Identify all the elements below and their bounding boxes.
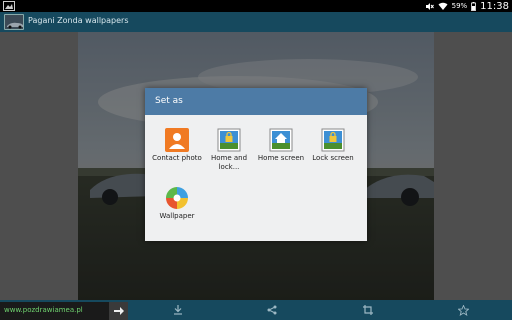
star-icon xyxy=(457,304,469,316)
status-bar: 59% 11:38 xyxy=(0,0,512,12)
favorite-button[interactable] xyxy=(451,300,475,320)
battery-icon xyxy=(471,1,477,11)
option-label: Home and lock... xyxy=(210,154,248,171)
option-label: Wallpaper xyxy=(159,212,195,220)
dialog-title: Set as xyxy=(155,96,183,106)
app-title: Pagani Zonda wallpapers xyxy=(28,16,129,25)
download-icon xyxy=(174,305,182,315)
option-home-and-lock[interactable]: Home and lock... xyxy=(203,128,255,172)
status-indicators: 59% 11:38 xyxy=(425,0,509,12)
option-label: Contact photo xyxy=(152,154,202,162)
option-contact-photo[interactable]: Contact photo xyxy=(151,128,203,163)
contact-photo-icon xyxy=(165,128,189,152)
wallpaper-app-icon xyxy=(165,186,189,210)
ad-url[interactable]: www.pozdrawiamea.pl xyxy=(4,306,83,314)
home-lock-screen-icon xyxy=(217,128,241,152)
option-lock-screen[interactable]: Lock screen xyxy=(307,128,359,163)
option-label: Lock screen xyxy=(312,154,354,162)
wifi-icon xyxy=(438,2,448,10)
ad-arrow-button[interactable] xyxy=(109,302,128,320)
app-action-bar: Pagani Zonda wallpapers xyxy=(0,12,512,32)
share-icon xyxy=(267,305,277,315)
option-home-screen[interactable]: Home screen xyxy=(255,128,307,163)
screenshot-notification-icon xyxy=(3,1,15,11)
clock: 11:38 xyxy=(480,0,509,12)
app-logo-icon[interactable] xyxy=(4,14,24,30)
ad-banner[interactable]: www.pozdrawiamea.pl xyxy=(0,302,128,320)
dialog-header: Set as xyxy=(145,88,367,115)
arrow-right-icon xyxy=(113,307,124,315)
crop-button[interactable] xyxy=(356,300,380,320)
home-screen-icon xyxy=(269,128,293,152)
share-button[interactable] xyxy=(260,300,284,320)
mute-icon xyxy=(425,2,434,10)
crop-icon xyxy=(363,305,373,315)
option-label: Home screen xyxy=(257,154,305,162)
set-as-dialog: Set as Contact photo Home and lock... Ho… xyxy=(145,88,367,241)
battery-percentage: 59% xyxy=(451,2,468,10)
option-wallpaper[interactable]: Wallpaper xyxy=(151,186,203,221)
lock-screen-icon xyxy=(321,128,345,152)
download-button[interactable] xyxy=(166,300,190,320)
